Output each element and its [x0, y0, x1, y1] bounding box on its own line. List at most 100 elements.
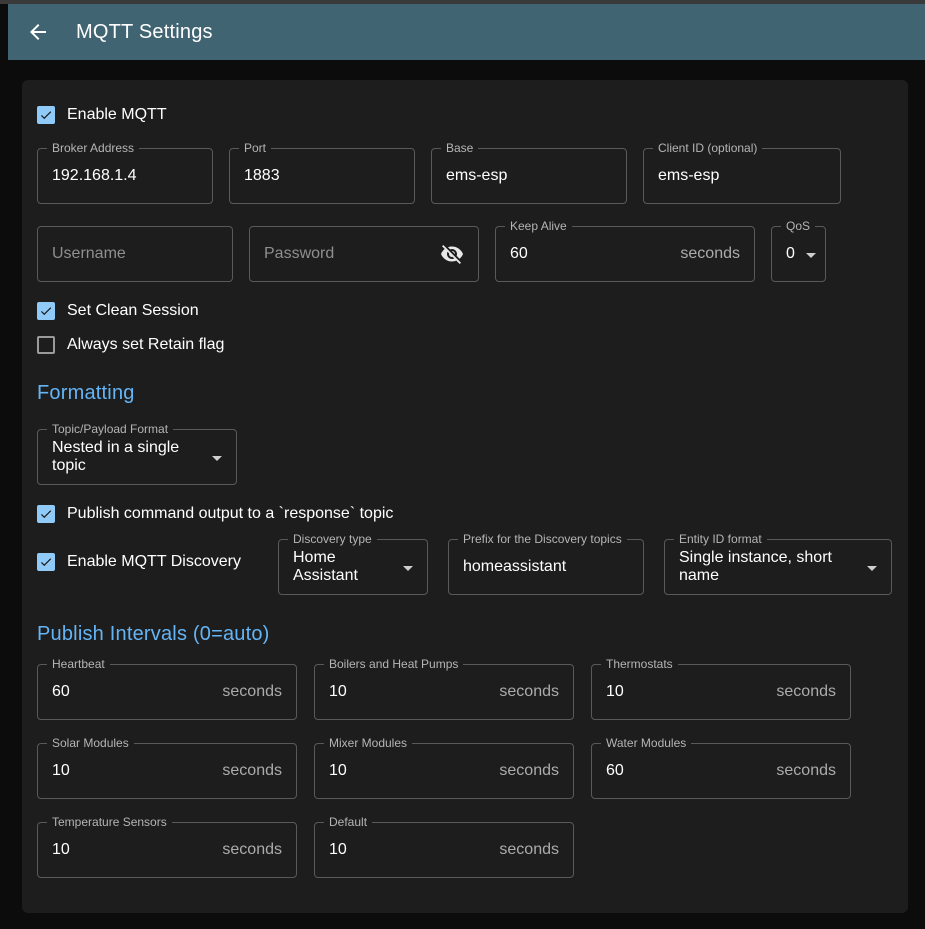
mixer-interval-input[interactable]: [329, 762, 491, 780]
entity-format-value: Single instance, short name: [679, 549, 856, 585]
interval-label: Boilers and Heat Pumps: [324, 657, 463, 672]
dropdown-arrow-icon: [867, 566, 877, 571]
formatting-heading: Formatting: [37, 382, 893, 405]
checkbox-icon[interactable]: [37, 106, 55, 124]
retain-flag-label: Always set Retain flag: [67, 336, 224, 354]
discovery-type-label: Discovery type: [288, 532, 377, 547]
discovery-type-value: Home Assistant: [293, 549, 392, 585]
water-interval-input[interactable]: [606, 762, 768, 780]
interval-label: Default: [324, 815, 372, 830]
client-id-field: Client ID (optional): [643, 148, 841, 204]
checkbox-icon[interactable]: [37, 336, 55, 354]
topic-format-label: Topic/Payload Format: [47, 422, 173, 437]
interval-unit: seconds: [214, 841, 282, 859]
interval-unit: seconds: [214, 762, 282, 780]
mixer-interval-field: Mixer Modules seconds: [314, 743, 574, 799]
keep-alive-label: Keep Alive: [505, 219, 572, 234]
topic-format-row: Topic/Payload Format Nested in a single …: [37, 429, 893, 485]
interval-unit: seconds: [214, 683, 282, 701]
password-input[interactable]: [264, 245, 440, 263]
client-id-label: Client ID (optional): [653, 141, 762, 156]
discovery-prefix-label: Prefix for the Discovery topics: [458, 532, 627, 547]
topic-format-value: Nested in a single topic: [52, 439, 201, 475]
dropdown-arrow-icon: [212, 456, 222, 461]
thermostats-interval-field: Thermostats seconds: [591, 664, 851, 720]
enable-discovery-label: Enable MQTT Discovery: [67, 553, 241, 571]
default-interval-input[interactable]: [329, 841, 491, 859]
publish-intervals-heading: Publish Intervals (0=auto): [37, 623, 893, 646]
dropdown-arrow-icon: [403, 566, 413, 571]
app-bar: MQTT Settings: [8, 4, 925, 60]
boilers-interval-field: Boilers and Heat Pumps seconds: [314, 664, 574, 720]
solar-interval-field: Solar Modules seconds: [37, 743, 297, 799]
base-input[interactable]: [446, 167, 612, 185]
interval-unit: seconds: [491, 841, 559, 859]
broker-address-label: Broker Address: [47, 141, 139, 156]
qos-label: QoS: [781, 219, 815, 234]
boilers-interval-input[interactable]: [329, 683, 491, 701]
checkbox-icon[interactable]: [37, 302, 55, 320]
clean-session-checkbox[interactable]: Set Clean Session: [37, 302, 893, 320]
broker-address-field: Broker Address: [37, 148, 213, 204]
qos-value: 0: [786, 245, 795, 263]
solar-interval-input[interactable]: [52, 762, 214, 780]
clean-session-label: Set Clean Session: [67, 302, 199, 320]
publish-intervals-grid: Heartbeat seconds Boilers and Heat Pumps…: [37, 664, 893, 878]
water-interval-field: Water Modules seconds: [591, 743, 851, 799]
username-input[interactable]: [52, 245, 218, 263]
interval-unit: seconds: [768, 762, 836, 780]
broker-address-input[interactable]: [52, 167, 198, 185]
qos-select[interactable]: QoS 0: [771, 226, 826, 282]
discovery-prefix-input[interactable]: [463, 558, 629, 576]
interval-label: Temperature Sensors: [47, 815, 172, 830]
enable-discovery-checkbox[interactable]: Enable MQTT Discovery: [37, 553, 258, 571]
checkbox-icon[interactable]: [37, 505, 55, 523]
thermostats-interval-input[interactable]: [606, 683, 768, 701]
interval-label: Water Modules: [601, 736, 691, 751]
interval-unit: seconds: [491, 683, 559, 701]
username-field: [37, 226, 233, 282]
publish-response-label: Publish command output to a `response` t…: [67, 505, 393, 523]
keep-alive-input[interactable]: [510, 245, 672, 263]
page-title: MQTT Settings: [76, 21, 213, 44]
heartbeat-interval-field: Heartbeat seconds: [37, 664, 297, 720]
interval-unit: seconds: [491, 762, 559, 780]
keep-alive-field: Keep Alive seconds: [495, 226, 755, 282]
temperature-sensors-interval-field: Temperature Sensors seconds: [37, 822, 297, 878]
discovery-type-select[interactable]: Discovery type Home Assistant: [278, 539, 428, 595]
interval-label: Heartbeat: [47, 657, 110, 672]
checkbox-icon[interactable]: [37, 553, 55, 571]
publish-response-checkbox[interactable]: Publish command output to a `response` t…: [37, 505, 893, 523]
port-input[interactable]: [244, 167, 400, 185]
retain-flag-checkbox[interactable]: Always set Retain flag: [37, 336, 893, 354]
visibility-off-icon: [440, 242, 464, 266]
password-field: [249, 226, 479, 282]
base-field: Base: [431, 148, 627, 204]
port-field: Port: [229, 148, 415, 204]
entity-format-label: Entity ID format: [674, 532, 767, 547]
base-label: Base: [441, 141, 478, 156]
temperature-sensors-interval-input[interactable]: [52, 841, 214, 859]
heartbeat-interval-input[interactable]: [52, 683, 214, 701]
back-button[interactable]: [22, 16, 54, 48]
port-label: Port: [239, 141, 271, 156]
connection-row-2: Keep Alive seconds QoS 0: [37, 226, 893, 282]
topic-format-select[interactable]: Topic/Payload Format Nested in a single …: [37, 429, 237, 485]
settings-card: Enable MQTT Broker Address Port Base Cli…: [22, 80, 908, 913]
client-id-input[interactable]: [658, 167, 826, 185]
keep-alive-unit: seconds: [672, 245, 740, 263]
interval-label: Thermostats: [601, 657, 678, 672]
connection-row-1: Broker Address Port Base Client ID (opti…: [37, 148, 893, 204]
dropdown-arrow-icon: [806, 253, 816, 258]
entity-format-select[interactable]: Entity ID format Single instance, short …: [664, 539, 892, 595]
interval-unit: seconds: [768, 683, 836, 701]
discovery-prefix-field: Prefix for the Discovery topics: [448, 539, 644, 595]
enable-mqtt-checkbox[interactable]: Enable MQTT: [37, 106, 893, 124]
enable-mqtt-label: Enable MQTT: [67, 106, 167, 124]
interval-label: Solar Modules: [47, 736, 134, 751]
toggle-password-visibility-button[interactable]: [440, 241, 464, 267]
discovery-row: Enable MQTT Discovery Discovery type Hom…: [37, 539, 893, 595]
arrow-left-icon: [26, 20, 50, 44]
default-interval-field: Default seconds: [314, 822, 574, 878]
interval-label: Mixer Modules: [324, 736, 412, 751]
